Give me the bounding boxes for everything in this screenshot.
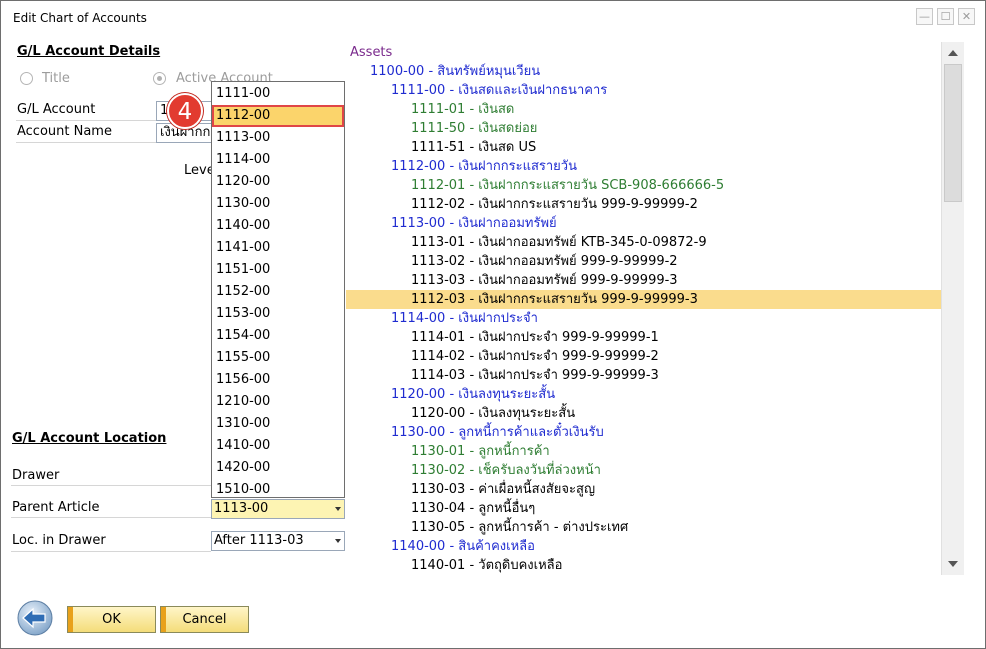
- parent-article-underline: [11, 517, 211, 518]
- scroll-down-icon[interactable]: [944, 555, 962, 573]
- tree-row[interactable]: 1140-01 - วัตถุดิบคงเหลือ: [346, 556, 941, 575]
- account-name-label: Account Name: [17, 124, 112, 139]
- gl-account-location-heading: G/L Account Location: [12, 431, 167, 446]
- tree-row[interactable]: 1113-03 - เงินฝากออมทรัพย์ 999-9-99999-3: [346, 271, 941, 290]
- tree-row[interactable]: 1130-00 - ลูกหนี้การค้าและตั๋วเงินรับ: [346, 423, 941, 442]
- drawer-label: Drawer: [12, 468, 60, 483]
- active-account-radio[interactable]: [153, 72, 166, 85]
- gl-account-details-heading: G/L Account Details: [17, 44, 161, 59]
- tree-row[interactable]: 1140-00 - สินค้าคงเหลือ: [346, 537, 941, 556]
- loc-in-drawer-label: Loc. in Drawer: [12, 533, 106, 548]
- maximize-button[interactable]: ☐: [937, 8, 954, 25]
- accounts-tree[interactable]: Assets 1100-00 - สินทรัพย์หมุนเวียน 1111-0…: [346, 42, 941, 575]
- scroll-up-icon[interactable]: [944, 44, 962, 62]
- tree-row[interactable]: 1112-02 - เงินฝากกระแสรายวัน 999-9-99999…: [346, 195, 941, 214]
- dropdown-option[interactable]: 1156-00: [212, 369, 344, 391]
- tree-row[interactable]: 1114-01 - เงินฝากประจำ 999-9-99999-1: [346, 328, 941, 347]
- tree-row[interactable]: 1112-01 - เงินฝากกระแสรายวัน SCB-908-666…: [346, 176, 941, 195]
- tree-row[interactable]: 1114-02 - เงินฝากประจำ 999-9-99999-2: [346, 347, 941, 366]
- chevron-down-icon[interactable]: [335, 539, 341, 543]
- tree-row[interactable]: 1111-01 - เงินสด: [346, 100, 941, 119]
- dropdown-option[interactable]: 1130-00: [212, 193, 344, 215]
- tree-row[interactable]: 1113-02 - เงินฝากออมทรัพย์ 999-9-99999-2: [346, 252, 941, 271]
- dropdown-option[interactable]: 1114-00: [212, 149, 344, 171]
- dropdown-option[interactable]: 1210-00: [212, 391, 344, 413]
- dropdown-option[interactable]: 1410-00: [212, 435, 344, 457]
- tree-row[interactable]: 1130-04 - ลูกหนี้อื่นๆ: [346, 499, 941, 518]
- back-arrow-icon[interactable]: [15, 599, 55, 637]
- tree-row[interactable]: 1114-03 - เงินฝากประจำ 999-9-99999-3: [346, 366, 941, 385]
- tree-row[interactable]: 1112-03 - เงินฝากกระแสรายวัน 999-9-99999…: [346, 290, 941, 309]
- cancel-button[interactable]: Cancel: [160, 606, 249, 633]
- dropdown-option[interactable]: 1155-00: [212, 347, 344, 369]
- tree-row[interactable]: 1111-00 - เงินสดและเงินฝากธนาคาร: [346, 81, 941, 100]
- parent-article-label: Parent Article: [12, 500, 100, 515]
- gl-account-label: G/L Account: [17, 102, 96, 117]
- minimize-button[interactable]: —: [916, 8, 933, 25]
- tree-row[interactable]: 1112-00 - เงินฝากกระแสรายวัน: [346, 157, 941, 176]
- dropdown-option[interactable]: 1113-00: [212, 127, 344, 149]
- dropdown-option[interactable]: 1510-00: [212, 479, 344, 497]
- ok-button[interactable]: OK: [67, 606, 156, 633]
- tree-row[interactable]: 1120-00 - เงินลงทุนระยะสั้น: [346, 404, 941, 423]
- dropdown-option[interactable]: 1112-00: [212, 105, 344, 127]
- parent-article-combo[interactable]: 1113-00: [211, 499, 345, 519]
- dropdown-option[interactable]: 1111-00: [212, 83, 344, 105]
- window-title: Edit Chart of Accounts: [13, 11, 147, 25]
- tree-row[interactable]: 1111-51 - เงินสด US: [346, 138, 941, 157]
- tree-row[interactable]: 1130-03 - ค่าเผื่อหนี้สงสัยจะสูญ: [346, 480, 941, 499]
- tree-row[interactable]: 1130-05 - ลูกหนี้การค้า - ต่างประเทศ: [346, 518, 941, 537]
- gl-account-underline: [16, 120, 156, 121]
- loc-in-drawer-underline: [11, 551, 211, 552]
- parent-article-value: 1113-00: [214, 501, 269, 516]
- dropdown-option[interactable]: 1420-00: [212, 457, 344, 479]
- tree-row[interactable]: Assets: [346, 43, 941, 62]
- edit-chart-of-accounts-window: Edit Chart of Accounts — ☐ ✕ G/L Account…: [0, 0, 986, 649]
- tree-row[interactable]: 1111-50 - เงินสดย่อย: [346, 119, 941, 138]
- tree-row[interactable]: 1100-00 - สินทรัพย์หมุนเวียน: [346, 62, 941, 81]
- dropdown-option[interactable]: 1140-00: [212, 215, 344, 237]
- chevron-down-icon[interactable]: [335, 507, 341, 511]
- tree-scrollbar[interactable]: [941, 42, 964, 575]
- title-radio-label: Title: [42, 71, 70, 86]
- parent-article-dropdown-list[interactable]: 1111-00 1112-00 1113-00 1114-00 1120-00 1130-…: [211, 81, 345, 498]
- dropdown-option[interactable]: 1153-00: [212, 303, 344, 325]
- title-bar: Edit Chart of Accounts — ☐ ✕: [1, 1, 985, 33]
- tree-row[interactable]: 1114-00 - เงินฝากประจำ: [346, 309, 941, 328]
- title-radio[interactable]: [20, 72, 33, 85]
- drawer-underline: [11, 485, 211, 486]
- loc-in-drawer-combo[interactable]: After 1113-03: [211, 531, 345, 551]
- dropdown-option[interactable]: 1141-00: [212, 237, 344, 259]
- step-badge: 4: [167, 93, 203, 129]
- dropdown-option[interactable]: 1151-00: [212, 259, 344, 281]
- dropdown-option[interactable]: 1152-00: [212, 281, 344, 303]
- tree-row[interactable]: 1120-00 - เงินลงทุนระยะสั้น: [346, 385, 941, 404]
- dropdown-option[interactable]: 1154-00: [212, 325, 344, 347]
- tree-row[interactable]: 1130-02 - เช็ครับลงวันที่ล่วงหน้า: [346, 461, 941, 480]
- loc-in-drawer-value: After 1113-03: [214, 533, 304, 548]
- account-name-underline: [16, 142, 156, 143]
- scrollbar-thumb[interactable]: [944, 64, 962, 202]
- tree-row[interactable]: 1113-00 - เงินฝากออมทรัพย์: [346, 214, 941, 233]
- dropdown-option[interactable]: 1310-00: [212, 413, 344, 435]
- tree-row[interactable]: 1113-01 - เงินฝากออมทรัพย์ KTB-345-0-098…: [346, 233, 941, 252]
- tree-row[interactable]: 1130-01 - ลูกหนี้การค้า: [346, 442, 941, 461]
- dropdown-option[interactable]: 1120-00: [212, 171, 344, 193]
- close-button[interactable]: ✕: [958, 8, 975, 25]
